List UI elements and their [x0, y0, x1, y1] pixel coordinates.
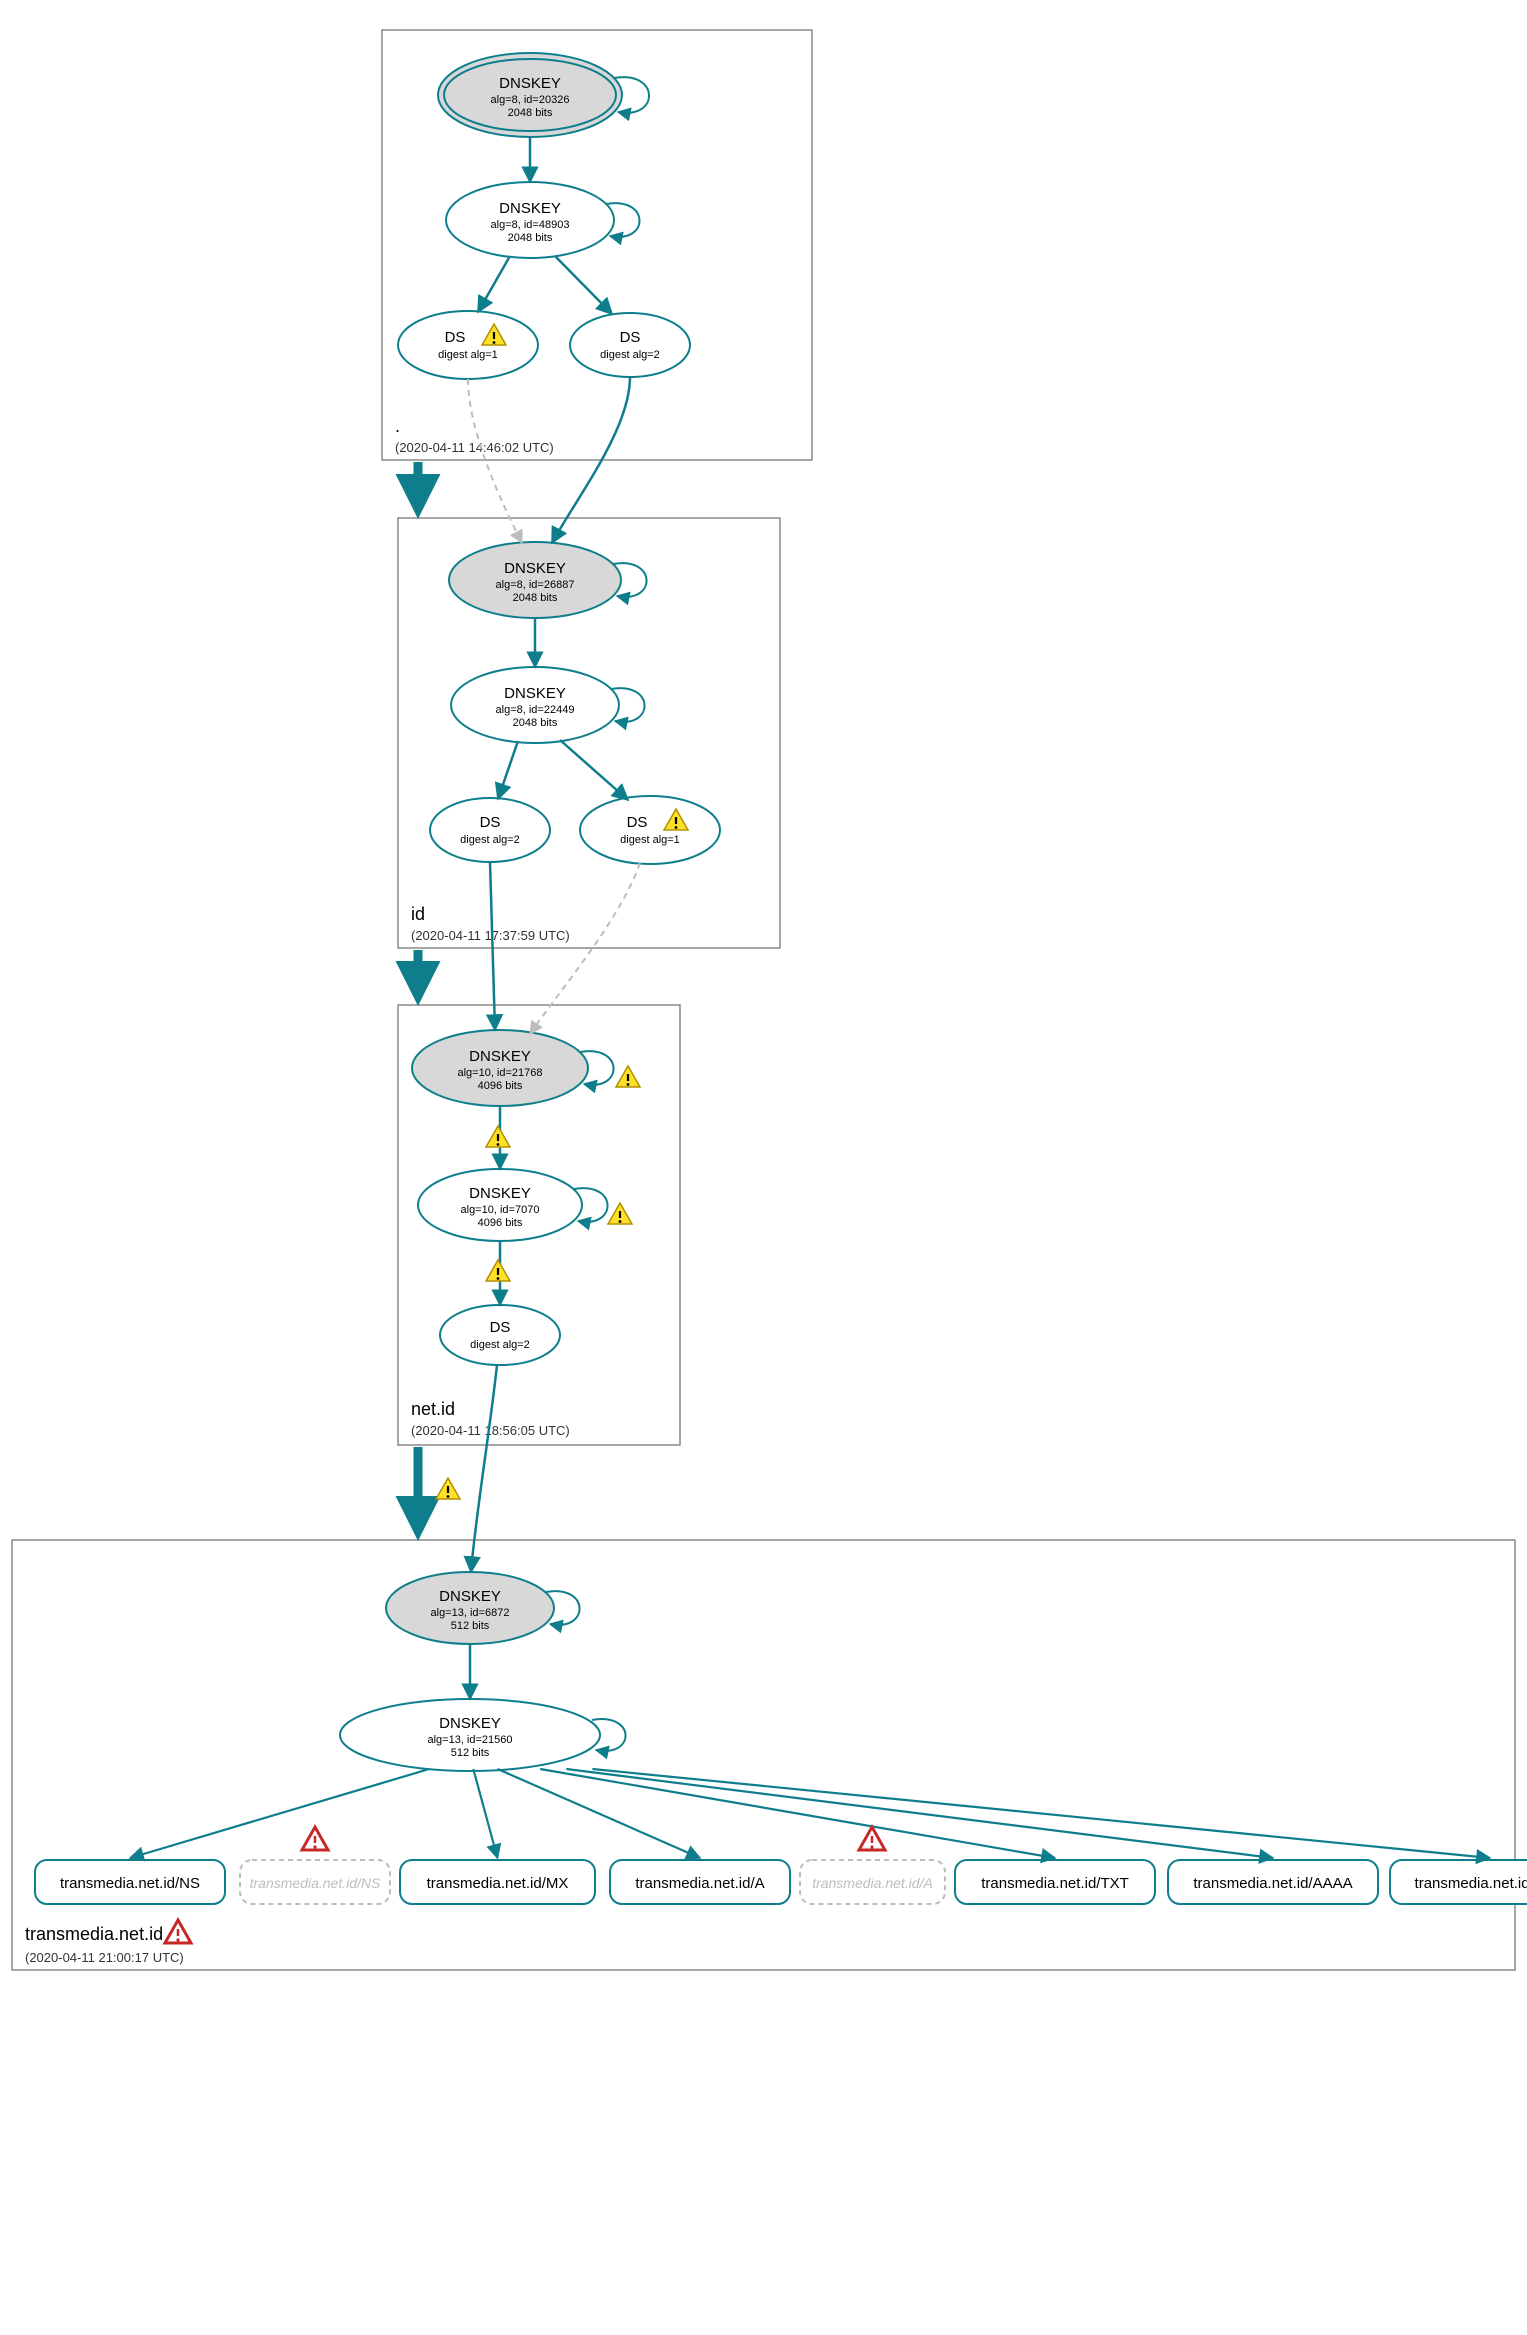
svg-text:transmedia.net.id/A: transmedia.net.id/A — [635, 1875, 764, 1892]
svg-text:transmedia.net.id/SOA: transmedia.net.id/SOA — [1415, 1875, 1527, 1892]
node-id-zsk[interactable]: DNSKEY alg=8, id=22449 2048 bits — [451, 667, 645, 743]
rrset-rr_a_g[interactable]: transmedia.net.id/A — [800, 1860, 945, 1904]
svg-text:transmedia.net.id/NS: transmedia.net.id/NS — [60, 1875, 200, 1892]
rrset-rr_aaaa[interactable]: transmedia.net.id/AAAA — [1168, 1860, 1378, 1904]
error-icon — [859, 1827, 885, 1850]
zone-root-ts: (2020-04-11 14:46:02 UTC) — [395, 440, 554, 455]
svg-text:DNSKEY: DNSKEY — [499, 75, 561, 92]
svg-text:4096 bits: 4096 bits — [478, 1217, 523, 1229]
edge — [130, 1769, 429, 1858]
error-icon — [302, 1827, 328, 1850]
edge — [540, 1769, 1055, 1858]
rrset-rr_mx[interactable]: transmedia.net.id/MX — [400, 1860, 595, 1904]
node-root-ds2[interactable]: DS digest alg=2 — [570, 313, 690, 377]
edge — [555, 256, 612, 314]
edge — [471, 1365, 497, 1572]
rrset-rr_txt[interactable]: transmedia.net.id/TXT — [955, 1860, 1155, 1904]
edge — [478, 256, 510, 312]
svg-text:transmedia.net.id/MX: transmedia.net.id/MX — [427, 1875, 569, 1892]
zone-id-label: id — [411, 904, 425, 924]
node-root-ds1[interactable]: DS digest alg=1 — [398, 311, 538, 379]
node-id-ds1[interactable]: DS digest alg=1 — [580, 796, 720, 864]
svg-text:digest alg=1: digest alg=1 — [438, 349, 498, 361]
node-root-ksk[interactable]: DNSKEY alg=8, id=20326 2048 bits — [438, 53, 649, 137]
rrset-rr_ns_g[interactable]: transmedia.net.id/NS — [240, 1860, 390, 1904]
svg-text:alg=8, id=22449: alg=8, id=22449 — [496, 704, 575, 716]
svg-text:transmedia.net.id/TXT: transmedia.net.id/TXT — [981, 1875, 1129, 1892]
svg-text:2048 bits: 2048 bits — [513, 592, 558, 604]
svg-text:alg=8, id=26887: alg=8, id=26887 — [496, 579, 575, 591]
edge — [473, 1769, 497, 1858]
svg-text:DNSKEY: DNSKEY — [439, 1715, 501, 1732]
svg-text:DNSKEY: DNSKEY — [499, 200, 561, 217]
svg-text:DS: DS — [627, 814, 648, 831]
zone-id-ts: (2020-04-11 17:37:59 UTC) — [411, 928, 570, 943]
zone-leaf: transmedia.net.id (2020-04-11 21:00:17 U… — [12, 1540, 1515, 1970]
node-leaf-zsk[interactable]: DNSKEY alg=13, id=21560 512 bits — [340, 1699, 626, 1771]
svg-text:DS: DS — [620, 329, 641, 346]
edge — [560, 740, 628, 800]
svg-text:DNSKEY: DNSKEY — [439, 1588, 501, 1605]
zone-leaf-ts: (2020-04-11 21:00:17 UTC) — [25, 1950, 184, 1965]
svg-text:digest alg=2: digest alg=2 — [600, 349, 660, 361]
svg-text:digest alg=2: digest alg=2 — [460, 834, 520, 846]
svg-text:512 bits: 512 bits — [451, 1747, 490, 1759]
svg-text:transmedia.net.id/AAAA: transmedia.net.id/AAAA — [1193, 1875, 1352, 1892]
svg-text:DS: DS — [445, 329, 466, 346]
node-root-zsk[interactable]: DNSKEY alg=8, id=48903 2048 bits — [446, 182, 640, 258]
zone-leaf-label: transmedia.net.id — [25, 1924, 163, 1944]
node-net-ksk[interactable]: DNSKEY alg=10, id=21768 4096 bits — [412, 1030, 614, 1106]
edge — [498, 741, 518, 799]
node-net-ds[interactable]: DS digest alg=2 — [440, 1305, 560, 1365]
svg-text:digest alg=2: digest alg=2 — [470, 1339, 530, 1351]
node-id-ds2[interactable]: DS digest alg=2 — [430, 798, 550, 862]
svg-text:DNSKEY: DNSKEY — [504, 560, 566, 577]
warning-icon — [486, 1260, 510, 1281]
svg-text:2048 bits: 2048 bits — [508, 107, 553, 119]
node-id-ksk[interactable]: DNSKEY alg=8, id=26887 2048 bits — [449, 542, 647, 618]
svg-text:DS: DS — [480, 814, 501, 831]
svg-text:transmedia.net.id/NS: transmedia.net.id/NS — [250, 1875, 381, 1891]
warning-icon — [486, 1126, 510, 1147]
svg-text:alg=13, id=6872: alg=13, id=6872 — [431, 1607, 510, 1619]
svg-text:DNSKEY: DNSKEY — [469, 1185, 531, 1202]
svg-text:512 bits: 512 bits — [451, 1620, 490, 1632]
warning-icon — [436, 1478, 460, 1499]
svg-text:digest alg=1: digest alg=1 — [620, 834, 680, 846]
svg-text:alg=10, id=7070: alg=10, id=7070 — [461, 1204, 540, 1216]
svg-text:alg=13, id=21560: alg=13, id=21560 — [427, 1734, 512, 1746]
dnssec-graph: . (2020-04-11 14:46:02 UTC) id (2020-04-… — [0, 0, 1527, 2335]
edge — [592, 1769, 1490, 1858]
svg-text:DS: DS — [490, 1319, 511, 1336]
svg-text:DNSKEY: DNSKEY — [504, 685, 566, 702]
svg-text:2048 bits: 2048 bits — [508, 232, 553, 244]
error-icon — [165, 1920, 191, 1943]
warning-icon — [608, 1203, 632, 1224]
svg-text:transmedia.net.id/A: transmedia.net.id/A — [812, 1875, 933, 1891]
svg-text:2048 bits: 2048 bits — [513, 717, 558, 729]
warning-icon — [616, 1066, 640, 1087]
node-net-zsk[interactable]: DNSKEY alg=10, id=7070 4096 bits — [418, 1169, 608, 1241]
svg-text:alg=10, id=21768: alg=10, id=21768 — [457, 1067, 542, 1079]
rrset-rr_soa[interactable]: transmedia.net.id/SOA — [1390, 1860, 1527, 1904]
rrset-rr_ns[interactable]: transmedia.net.id/NS — [35, 1860, 225, 1904]
rrset-rr_a[interactable]: transmedia.net.id/A — [610, 1860, 790, 1904]
svg-text:alg=8, id=20326: alg=8, id=20326 — [491, 94, 570, 106]
node-leaf-ksk[interactable]: DNSKEY alg=13, id=6872 512 bits — [386, 1572, 580, 1644]
svg-text:DNSKEY: DNSKEY — [469, 1048, 531, 1065]
zone-root-label: . — [395, 416, 400, 436]
svg-text:alg=8, id=48903: alg=8, id=48903 — [491, 219, 570, 231]
svg-text:4096 bits: 4096 bits — [478, 1080, 523, 1092]
zone-netid-label: net.id — [411, 1399, 455, 1419]
